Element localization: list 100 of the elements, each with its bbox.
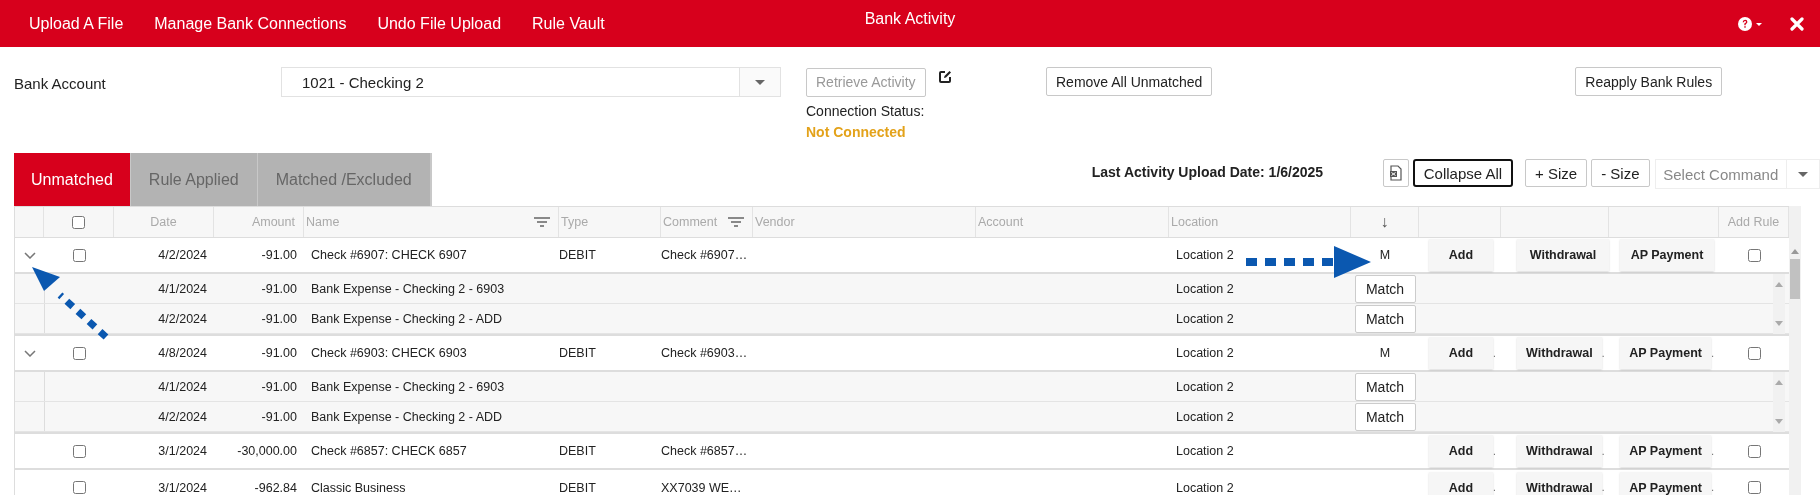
action-button[interactable]: AP Payment xyxy=(1620,435,1712,467)
separator-mark: . xyxy=(1601,347,1606,359)
table-cell: Location 2 xyxy=(1176,281,1234,296)
menu-link[interactable]: Undo File Upload xyxy=(377,14,502,33)
menu-link[interactable]: Rule Vault xyxy=(532,14,605,33)
table-cell: Check #6903: CHECK 6903 xyxy=(311,346,467,360)
remove-all-unmatched-button[interactable]: Remove All Unmatched xyxy=(1046,67,1213,96)
menu-link[interactable]: Upload A File xyxy=(29,14,124,33)
action-button[interactable]: Withdrawal xyxy=(1517,435,1602,467)
row-checkbox[interactable] xyxy=(72,481,86,494)
bank-account-select[interactable]: 1021 - Checking 2 xyxy=(281,67,781,97)
table-cell: Bank Expense - Checking 2 - 6903 xyxy=(311,379,505,394)
separator-mark: . xyxy=(1711,445,1715,457)
separator-mark: . xyxy=(1493,347,1497,359)
add-rule-checkbox[interactable] xyxy=(1747,444,1761,458)
table-cell: M xyxy=(1379,346,1391,360)
table-cell: -91.00 xyxy=(261,379,297,394)
field-label: Bank Account xyxy=(14,75,107,92)
action-button[interactable]: Add xyxy=(1429,471,1493,495)
action-button[interactable]: Add xyxy=(1429,337,1493,369)
row-checkbox[interactable] xyxy=(72,248,86,262)
table-cell: DEBIT xyxy=(559,248,596,262)
table-cell: 4/2/2024 xyxy=(158,248,207,262)
filter-icon[interactable] xyxy=(728,217,744,227)
table-cell: DEBIT xyxy=(559,346,596,360)
caret-icon xyxy=(755,79,765,85)
table-cell: Location 2 xyxy=(1176,480,1234,495)
scrollbar[interactable] xyxy=(1789,206,1801,495)
table-cell: 4/1/2024 xyxy=(158,379,207,394)
table-cell: -91.00 xyxy=(261,248,297,262)
table-cell: Check #6907: CHECK 6907 xyxy=(311,248,467,262)
table-cell: Location 2 xyxy=(1176,346,1234,360)
table-cell: -962.84 xyxy=(254,480,297,495)
close-icon[interactable] xyxy=(1790,16,1804,31)
select-all-checkbox[interactable] xyxy=(72,215,85,229)
table-cell: 3/1/2024 xyxy=(158,444,207,458)
table-cell: M xyxy=(1379,248,1391,262)
table-cell: Check #6857: CHECK 6857 xyxy=(311,444,467,458)
table-cell: -91.00 xyxy=(261,409,297,424)
separator-mark: . xyxy=(1601,482,1606,493)
chevron-down-icon[interactable] xyxy=(23,349,36,357)
table-cell: 4/2/2024 xyxy=(158,311,207,326)
table-cell: DEBIT xyxy=(559,480,596,495)
grid-button[interactable]: Collapse All xyxy=(1412,159,1514,187)
action-button[interactable]: Withdrawal xyxy=(1517,239,1609,271)
table-cell: Location 2 xyxy=(1176,379,1234,394)
tab[interactable]: Unmatched xyxy=(14,153,131,206)
action-button[interactable]: Withdrawal xyxy=(1517,471,1602,495)
match-button[interactable]: Match xyxy=(1354,402,1416,431)
match-button[interactable]: Match xyxy=(1354,372,1416,401)
row-checkbox[interactable] xyxy=(72,444,86,458)
separator-mark: . xyxy=(1493,482,1497,493)
menu-link[interactable]: Manage Bank Connections xyxy=(154,14,347,33)
grid-button[interactable]: - Size xyxy=(1591,159,1650,187)
add-rule-checkbox[interactable] xyxy=(1747,481,1761,494)
action-button[interactable]: Add xyxy=(1429,435,1493,467)
table-cell: Location 2 xyxy=(1176,409,1234,424)
table-cell: Bank Expense - Checking 2 - ADD xyxy=(311,311,503,326)
connection-status: Not Connected xyxy=(806,124,907,140)
table-cell: -91.00 xyxy=(261,346,297,360)
connection-status-label: Connection Status: xyxy=(806,103,926,119)
table-cell: DEBIT xyxy=(559,444,596,458)
separator-mark: . xyxy=(1711,347,1715,359)
add-rule-checkbox[interactable] xyxy=(1747,248,1761,262)
reapply-bank-rules-button[interactable]: Reapply Bank Rules xyxy=(1575,67,1723,96)
action-button[interactable]: AP Payment xyxy=(1620,337,1712,369)
row-checkbox[interactable] xyxy=(72,346,86,360)
table-cell: 3/1/2024 xyxy=(158,480,207,495)
table-cell: 4/1/2024 xyxy=(158,281,207,296)
grid-button[interactable]: + Size xyxy=(1525,159,1588,187)
command-select[interactable]: Select Command xyxy=(1654,159,1820,189)
edit-icon[interactable] xyxy=(937,70,952,84)
export-button[interactable] xyxy=(1382,159,1409,187)
triangle-up-icon[interactable] xyxy=(1791,249,1799,254)
caret-icon xyxy=(1798,171,1808,177)
scrollbar-thumb[interactable] xyxy=(1790,259,1800,299)
filter-icon[interactable] xyxy=(534,217,550,227)
table-cell: -91.00 xyxy=(261,281,297,296)
separator-mark: . xyxy=(1711,482,1715,493)
help-icon[interactable] xyxy=(1738,16,1764,31)
action-button[interactable]: Withdrawal xyxy=(1517,337,1602,369)
match-button[interactable]: Match xyxy=(1354,304,1416,333)
separator-mark: . xyxy=(1601,445,1606,457)
table-cell: XX7039 WE… xyxy=(661,480,742,495)
match-button[interactable]: Match xyxy=(1354,274,1416,303)
table-cell: Classic Business xyxy=(311,480,406,495)
action-button[interactable]: Add xyxy=(1429,239,1493,271)
table-cell: Location 2 xyxy=(1176,248,1234,262)
table-cell: Location 2 xyxy=(1176,311,1234,326)
table-cell: Check #6857… xyxy=(661,444,748,458)
column-header[interactable]: ↓ xyxy=(1380,213,1389,231)
action-button[interactable]: AP Payment xyxy=(1620,471,1712,495)
table-cell: -91.00 xyxy=(261,311,297,326)
table-cell: Bank Expense - Checking 2 - ADD xyxy=(311,409,503,424)
table-cell: 4/8/2024 xyxy=(158,346,207,360)
chevron-down-icon[interactable] xyxy=(23,251,36,259)
table-cell: Check #6903… xyxy=(661,346,748,360)
table-cell: Bank Expense - Checking 2 - 6903 xyxy=(311,281,505,296)
action-button[interactable]: AP Payment xyxy=(1620,239,1714,271)
add-rule-checkbox[interactable] xyxy=(1747,346,1761,360)
